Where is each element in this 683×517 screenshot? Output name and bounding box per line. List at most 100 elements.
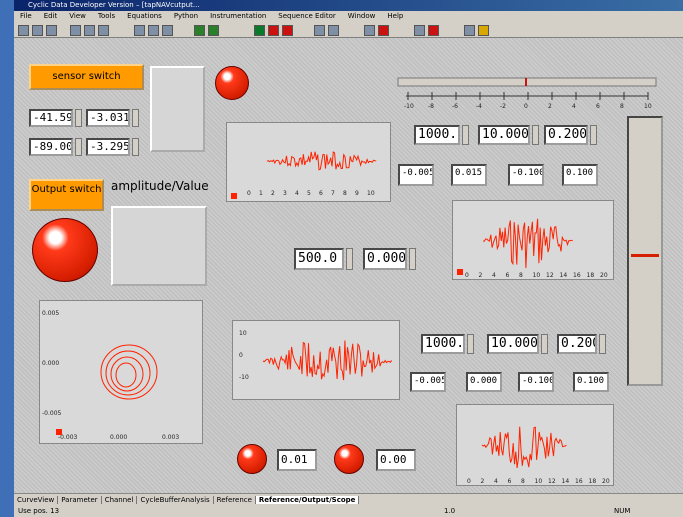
small-field-2[interactable]: 0.00 bbox=[376, 449, 416, 471]
spinner[interactable] bbox=[132, 138, 139, 156]
top-small-2[interactable]: 0.015 bbox=[451, 164, 487, 186]
record-icon[interactable] bbox=[282, 25, 293, 36]
small-field-1[interactable]: 0.01 bbox=[277, 449, 317, 471]
amplitude-label: amplitude/Value bbox=[111, 179, 209, 193]
tab-cycle-buffer[interactable]: CycleBufferAnalysis bbox=[137, 496, 214, 504]
vertical-slider[interactable] bbox=[627, 116, 663, 386]
top-small-1[interactable]: -0.005 bbox=[398, 164, 434, 186]
spinner[interactable] bbox=[75, 138, 82, 156]
menu-python[interactable]: Python bbox=[168, 12, 204, 20]
bottom-small-4[interactable]: 0.100 bbox=[573, 372, 609, 392]
x-tick-label: 2 bbox=[271, 190, 275, 197]
menu-window[interactable]: Window bbox=[342, 12, 382, 20]
x-tick-label: 10 bbox=[535, 478, 543, 485]
grid-icon[interactable] bbox=[314, 25, 325, 36]
window-title: Cyclic Data Developer Version – [tapNAVc… bbox=[28, 1, 200, 9]
tool-icon[interactable] bbox=[134, 25, 145, 36]
toolbar bbox=[14, 22, 683, 38]
x-tick-label: 1 bbox=[259, 190, 263, 197]
ruler-tick-label: -4 bbox=[476, 103, 482, 110]
run-icon[interactable] bbox=[254, 25, 265, 36]
paste-icon[interactable] bbox=[98, 25, 109, 36]
new-icon[interactable] bbox=[18, 25, 29, 36]
top-input-2[interactable]: 10.000 bbox=[478, 125, 530, 145]
menu-view[interactable]: View bbox=[63, 12, 92, 20]
stop-icon[interactable] bbox=[268, 25, 279, 36]
x-tick-label: 6 bbox=[319, 190, 323, 197]
tool-icon[interactable] bbox=[162, 25, 173, 36]
bottom-small-1[interactable]: -0.005 bbox=[410, 372, 446, 392]
x-tick-label: 4 bbox=[492, 272, 496, 279]
tab-reference-output-scope[interactable]: Reference/Output/Scope bbox=[255, 496, 360, 504]
tab-channel[interactable]: Channel bbox=[101, 496, 138, 504]
top-input-3[interactable]: 0.200 bbox=[544, 125, 588, 145]
output-switch-button[interactable]: Output switch bbox=[29, 179, 104, 211]
menu-equations[interactable]: Equations bbox=[121, 12, 168, 20]
mid-input-2[interactable]: 0.000 bbox=[363, 248, 407, 270]
tab-reference[interactable]: Reference bbox=[213, 496, 256, 504]
x-tick-label: 6 bbox=[506, 272, 510, 279]
bottom-small-2[interactable]: 0.000 bbox=[466, 372, 502, 392]
tool-icon[interactable] bbox=[464, 25, 475, 36]
open-icon[interactable] bbox=[32, 25, 43, 36]
menu-file[interactable]: File bbox=[14, 12, 38, 20]
spinner[interactable] bbox=[132, 109, 139, 127]
menu-sequence-editor[interactable]: Sequence Editor bbox=[272, 12, 341, 20]
spinner[interactable] bbox=[541, 334, 548, 354]
close-icon[interactable] bbox=[378, 25, 389, 36]
spinner[interactable] bbox=[532, 125, 539, 145]
menu-help[interactable]: Help bbox=[381, 12, 409, 20]
copy-icon[interactable] bbox=[84, 25, 95, 36]
x-tick-label: 5 bbox=[307, 190, 311, 197]
tab-curve-view[interactable]: CurveView bbox=[14, 496, 59, 504]
x-tick-label: 12 bbox=[546, 272, 554, 279]
value-field-1[interactable]: -41.59 bbox=[29, 109, 73, 127]
bottom-input-1[interactable]: 1000. bbox=[421, 334, 465, 354]
value-field-4[interactable]: -3.295 bbox=[86, 138, 130, 156]
x-tick-label: 10 bbox=[367, 190, 375, 197]
tab-parameter[interactable]: Parameter bbox=[58, 496, 102, 504]
orbit-chart: 0.005 0.000 -0.005 -0.003 0.000 0.003 bbox=[39, 300, 203, 444]
ruler-scale[interactable]: -10 -8 -6 -4 -2 0 2 4 6 8 10 bbox=[396, 76, 658, 110]
chart-icon[interactable] bbox=[208, 25, 219, 36]
tool-icon[interactable] bbox=[364, 25, 375, 36]
grid-icon[interactable] bbox=[328, 25, 339, 36]
cut-icon[interactable] bbox=[70, 25, 81, 36]
top-input-1[interactable]: 1000. bbox=[414, 125, 460, 145]
tool-icon[interactable] bbox=[414, 25, 425, 36]
ruler-tick-label: 2 bbox=[548, 103, 552, 110]
menu-edit[interactable]: Edit bbox=[38, 12, 64, 20]
bottom-input-2[interactable]: 10.000 bbox=[487, 334, 539, 354]
spinner[interactable] bbox=[75, 109, 82, 127]
x-tick-label: 18 bbox=[589, 478, 597, 485]
bottom-small-3[interactable]: -0.100 bbox=[518, 372, 554, 392]
spinner[interactable] bbox=[590, 125, 597, 145]
top-small-4[interactable]: 0.100 bbox=[562, 164, 598, 186]
menu-tools[interactable]: Tools bbox=[92, 12, 121, 20]
sensor-switch-button[interactable]: sensor switch bbox=[29, 64, 144, 90]
amplitude-bevel-panel[interactable] bbox=[111, 206, 207, 286]
spinner[interactable] bbox=[462, 125, 469, 145]
spinner[interactable] bbox=[599, 334, 606, 354]
warning-icon[interactable] bbox=[478, 25, 489, 36]
record-icon[interactable] bbox=[428, 25, 439, 36]
save-icon[interactable] bbox=[46, 25, 57, 36]
spinner[interactable] bbox=[409, 248, 416, 270]
switch-bevel-panel[interactable] bbox=[150, 66, 205, 152]
value-field-2[interactable]: -3.031 bbox=[86, 109, 130, 127]
x-tick-label: 16 bbox=[573, 272, 581, 279]
mid-input-1[interactable]: 500.0 bbox=[294, 248, 344, 270]
bottom-input-3[interactable]: 0.200 bbox=[557, 334, 597, 354]
x-tick-label: 10 bbox=[533, 272, 541, 279]
tool-icon[interactable] bbox=[148, 25, 159, 36]
menu-instrumentation[interactable]: Instrumentation bbox=[204, 12, 272, 20]
x-tick-label: 7 bbox=[331, 190, 335, 197]
slider-thumb[interactable] bbox=[631, 254, 659, 257]
x-tick-label: 0 bbox=[467, 478, 471, 485]
value-field-3[interactable]: -89.00 bbox=[29, 138, 73, 156]
spinner[interactable] bbox=[346, 248, 353, 270]
chart-icon[interactable] bbox=[194, 25, 205, 36]
y-tick-label: -10 bbox=[239, 374, 249, 381]
top-small-3[interactable]: -0.100 bbox=[508, 164, 544, 186]
spinner[interactable] bbox=[467, 334, 474, 354]
